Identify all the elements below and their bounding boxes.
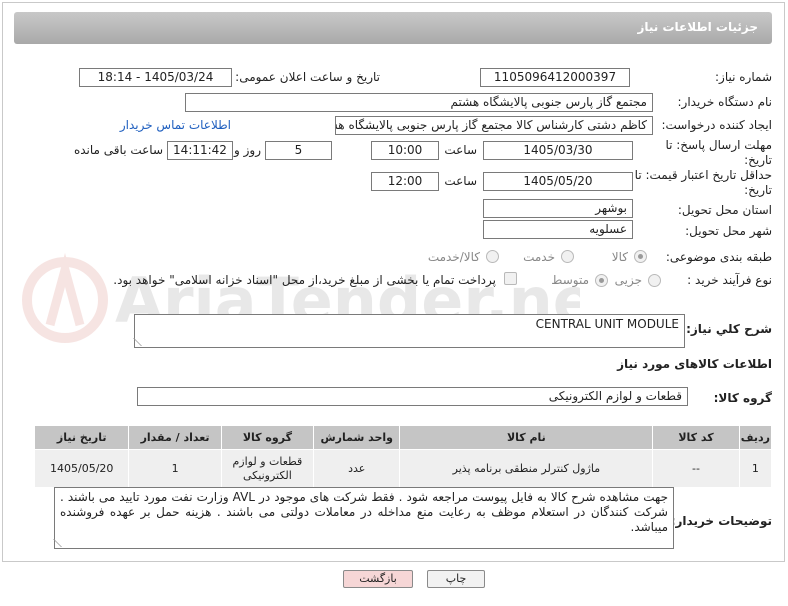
requester-label: ایجاد کننده درخواست: <box>661 118 772 132</box>
goods-table: ردیف کد کالا نام کالا واحد شمارش گروه کا… <box>33 425 773 488</box>
process-radio-medium[interactable] <box>595 274 608 287</box>
announce-datetime-field: 1405/03/24 - 18:14 <box>79 68 232 87</box>
process-label: نوع فرآیند خرید : <box>687 273 772 287</box>
reply-deadline-time: 10:00 <box>371 141 439 160</box>
reply-deadline-time-label: ساعت <box>444 143 477 157</box>
city-label: شهر محل تحویل: <box>685 224 772 238</box>
treasury-payment-checkbox[interactable] <box>504 272 517 285</box>
buyer-org-field: مجتمع گاز پارس جنوبی پالایشگاه هشتم <box>185 93 653 112</box>
category-option-service: خدمت <box>523 250 555 264</box>
buyer-notes-text: جهت مشاهده شرح کالا به فایل پیوست مراجعه… <box>60 490 668 534</box>
col-header-item-code: کد کالا <box>652 425 740 450</box>
goods-section-title: اطلاعات کالاهای مورد نیاز <box>617 357 772 371</box>
cell-row-number: 1 <box>738 449 773 488</box>
general-desc-label: شرح کلي نياز: <box>686 322 772 336</box>
col-header-quantity: تعداد / مقدار <box>128 425 222 450</box>
reply-deadline-label: مهلت ارسال پاسخ: تا تاریخ: <box>665 138 772 167</box>
table-header-row: ردیف کد کالا نام کالا واحد شمارش گروه کا… <box>33 425 773 450</box>
page-title: جزئیات اطلاعات نیاز <box>637 20 758 34</box>
category-radio-goods-service[interactable] <box>486 250 499 263</box>
print-button[interactable]: چاپ <box>427 570 485 588</box>
buyer-notes-field: جهت مشاهده شرح کالا به فایل پیوست مراجعه… <box>53 487 674 549</box>
buyer-notes-label: توضیحات خریدار: <box>670 514 772 528</box>
category-option-goods-service: کالا/خدمت <box>427 250 480 264</box>
goods-group-field: قطعات و لوازم الکترونیکی <box>137 387 688 406</box>
need-number-field: 1105096412000397 <box>480 68 630 87</box>
goods-group-label: گروه کالا: <box>713 391 772 405</box>
price-validity-date: 1405/05/20 <box>483 172 633 191</box>
need-number-label: شماره نیاز: <box>715 70 772 84</box>
reply-deadline-date: 1405/03/30 <box>483 141 633 160</box>
col-header-unit: واحد شمارش <box>313 425 401 450</box>
process-option-medium: متوسط <box>551 273 589 287</box>
announce-datetime-label: تاریخ و ساعت اعلان عمومی: <box>235 70 380 84</box>
price-validity-time-label: ساعت <box>444 174 477 188</box>
remaining-time: 14:11:42 <box>167 141 233 160</box>
province-label: استان محل تحویل: <box>677 203 772 217</box>
resize-handle[interactable] <box>133 338 149 346</box>
remaining-days: 5 <box>265 141 332 160</box>
city-field: عسلویه <box>483 220 633 239</box>
treasury-payment-note: پرداخت تمام یا بخشی از مبلغ خرید،از محل … <box>113 273 496 287</box>
table-row: 1 -- ماژول کنترلر منطقی برنامه پذیر عدد … <box>33 449 773 488</box>
general-desc-text: CENTRAL UNIT MODULE <box>535 317 679 331</box>
cell-item-name: ماژول کنترلر منطقی برنامه پذیر <box>399 449 654 488</box>
header-bar: جزئیات اطلاعات نیاز <box>14 12 772 44</box>
remaining-days-label: روز و <box>234 143 261 157</box>
price-validity-time: 12:00 <box>371 172 439 191</box>
requester-field: کاظم دشتی کارشناس کالا مجتمع گاز پارس جن… <box>335 116 653 135</box>
process-radio-minor[interactable] <box>648 274 661 287</box>
col-header-need-date: تاریخ نیاز <box>33 425 130 450</box>
cell-need-date: 1405/05/20 <box>33 449 130 488</box>
category-label: طبقه بندی موضوعی: <box>665 250 772 264</box>
back-button[interactable]: بازگشت <box>343 570 413 588</box>
cell-item-code: -- <box>652 449 740 488</box>
buyer-org-label: نام دستگاه خریدار: <box>677 95 773 109</box>
remaining-time-label: ساعت باقی مانده <box>73 143 163 157</box>
col-header-item-name: نام کالا <box>399 425 654 450</box>
col-header-group: گروه کالا <box>220 425 315 450</box>
province-field: بوشهر <box>483 199 633 218</box>
cell-group: قطعات و لوازم الکترونیکی <box>220 449 315 488</box>
process-option-minor: جزیی <box>614 273 642 287</box>
cell-unit: عدد <box>313 449 401 488</box>
category-radio-goods[interactable] <box>634 250 647 263</box>
category-option-goods: کالا <box>611 250 628 264</box>
general-desc-field: CENTRAL UNIT MODULE <box>133 314 685 348</box>
buyer-contact-link[interactable]: اطلاعات تماس خریدار <box>120 118 231 132</box>
resize-handle[interactable] <box>53 539 69 547</box>
col-header-row-number: ردیف <box>738 425 773 450</box>
price-validity-label: حداقل تاریخ اعتبار قیمت: تا تاریخ: <box>634 168 772 197</box>
category-radio-service[interactable] <box>561 250 574 263</box>
cell-quantity: 1 <box>128 449 222 488</box>
